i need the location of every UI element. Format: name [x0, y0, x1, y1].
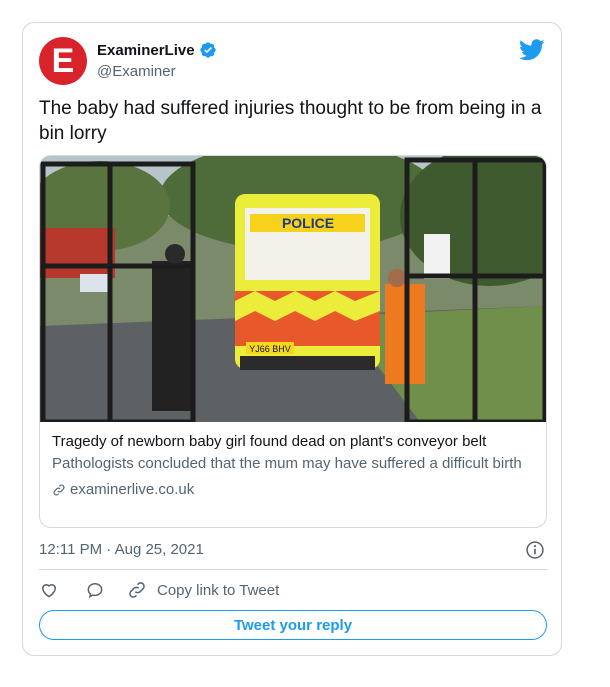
- avatar[interactable]: E: [39, 37, 87, 85]
- police-van-photo[interactable]: POLICE YJ66 BHV: [40, 156, 546, 422]
- tweet-text: The baby had suffered injuries thought t…: [39, 98, 542, 144]
- link-preview-card[interactable]: POLICE YJ66 BHV Tragedy of newborn baby …: [39, 155, 547, 528]
- like-heart-icon[interactable]: [39, 580, 59, 600]
- copy-link-label: Copy link to Tweet: [157, 581, 280, 599]
- display-name[interactable]: ExaminerLive: [97, 42, 195, 59]
- divider: [39, 569, 547, 570]
- link-card-description: Pathologists concluded that the mum may …: [52, 455, 522, 472]
- verified-badge-icon: [199, 42, 216, 58]
- tweet-actions: Copy link to Tweet: [39, 579, 279, 601]
- account-handle[interactable]: @Examiner: [97, 63, 176, 80]
- tweet-timestamp[interactable]: 12:11 PM · Aug 25, 2021: [39, 541, 204, 558]
- twitter-bird-icon[interactable]: [519, 39, 545, 61]
- reply-bubble-icon[interactable]: [85, 580, 105, 600]
- van-plate: YJ66 BHV: [249, 344, 291, 354]
- info-icon[interactable]: [525, 540, 545, 560]
- link-card-domain-row[interactable]: examinerlive.co.uk: [52, 480, 536, 500]
- link-card-title[interactable]: Tragedy of newborn baby girl found dead …: [52, 432, 536, 452]
- link-card-domain: examinerlive.co.uk: [70, 481, 195, 498]
- link-card-body: Tragedy of newborn baby girl found dead …: [52, 432, 536, 500]
- link-icon: [129, 582, 145, 598]
- tweet-reply-button[interactable]: Tweet your reply: [39, 610, 547, 640]
- van-label: POLICE: [282, 215, 334, 231]
- avatar-letter: E: [51, 42, 75, 80]
- tweet-card[interactable]: E ExaminerLive @Examiner The baby had su…: [22, 22, 562, 656]
- copy-link-button[interactable]: Copy link to Tweet: [127, 580, 279, 600]
- link-icon: [53, 484, 65, 496]
- display-name-row[interactable]: ExaminerLive: [97, 41, 217, 59]
